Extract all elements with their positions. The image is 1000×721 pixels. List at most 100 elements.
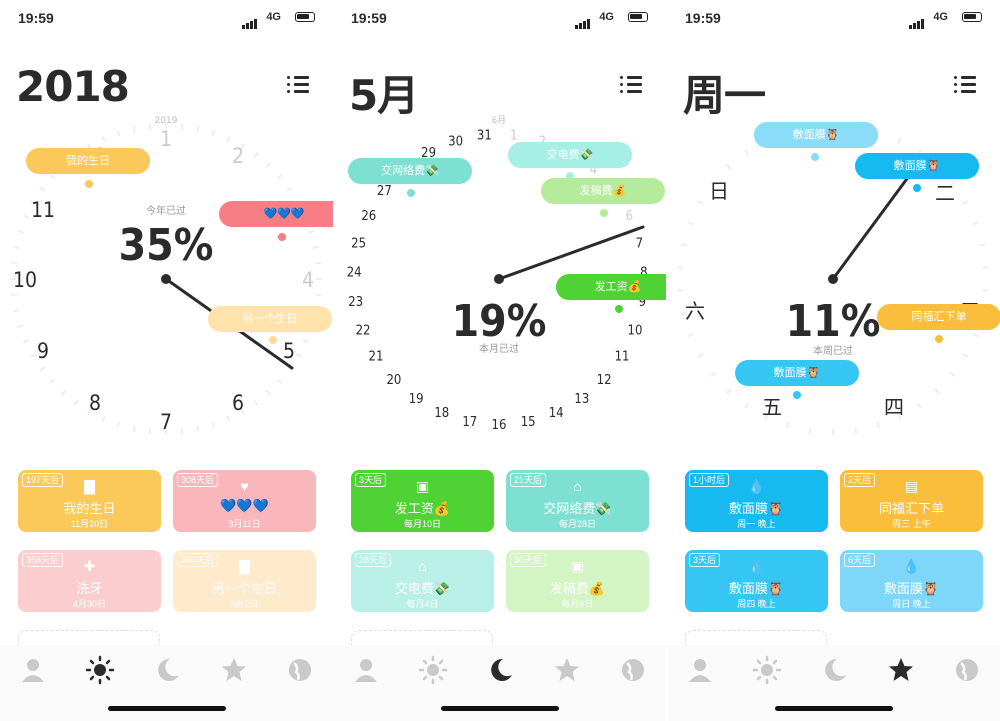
event-bubble[interactable]: 另一个生日 [208,306,332,332]
sun-icon[interactable] [752,655,782,685]
dial-tick [30,353,37,358]
event-bubble-label: 交电费💸 [546,149,594,161]
dial-tick [972,332,979,337]
dial-tick [116,421,121,428]
dial-center [161,274,171,284]
dial-tick [73,399,79,406]
event-bubble[interactable]: 敷面膜🦉 [754,122,878,148]
dial-tick [39,186,46,192]
event-card[interactable]: 30天后 ▣ 发稿费💰 每月6日 [506,550,649,612]
card-date: 每月10日 [403,519,441,529]
dial-tick [687,221,694,226]
star-icon[interactable] [219,655,249,685]
globe-icon[interactable] [952,655,982,685]
dial-label: 1 [510,129,517,144]
event-bubble[interactable]: 同福汇下单 [877,304,1000,330]
network-label: 4G [266,11,281,23]
person-icon[interactable] [18,655,48,685]
list-menu-icon[interactable] [287,76,309,94]
event-card[interactable]: 1小时后 💧 敷面膜🦉 周一 晚上 [685,470,828,532]
dial-hand [831,174,911,281]
event-bubble-label: 发稿费💰 [579,185,627,197]
event-card[interactable]: 21天后 ⌂ 交网络费💸 每月28日 [506,470,649,532]
event-bubble[interactable]: 💙💙💙 [219,201,333,227]
dial-tick [315,293,322,297]
card-date: 每月4日 [406,599,439,609]
heart-icon: ♥ [240,478,249,494]
dial-top-tick: 6月 [492,115,506,125]
status-time: 19:59 [685,10,721,26]
dial-label: 31 [477,129,492,144]
event-bubble[interactable]: 发稿费💰 [541,178,665,204]
sun-icon[interactable] [418,655,448,685]
moon-icon[interactable] [819,655,849,685]
dial-tick [49,378,56,385]
event-bubble[interactable]: 交电费💸 [508,142,632,168]
globe-icon[interactable] [285,655,315,685]
dial-tick [13,245,20,249]
dial-tick [17,229,24,234]
event-card[interactable]: 3天后 ▣ 发工资💰 每月10日 [351,470,494,532]
star-icon[interactable] [886,655,916,685]
dial-label: 11 [615,350,630,365]
globe-icon[interactable] [618,655,648,685]
status-bar: 19:59 4G [685,10,982,30]
event-bubble[interactable]: 我的生日 [26,148,150,174]
list-menu-icon[interactable] [954,76,976,94]
dial-label: 15 [521,415,536,430]
event-bubble[interactable]: 发工资💰 [556,274,666,300]
card-date: 周日 晚上 [892,599,931,609]
dial-label: 7 [160,410,172,434]
event-card[interactable]: 308天后 ♥ 💙💙💙 3月11日 [173,470,316,532]
dial-tick [744,149,750,156]
dial-label: 4 [302,268,314,292]
card-name: 发工资💰 [394,501,451,516]
list-menu-icon[interactable] [620,76,642,94]
signal-icon [574,13,590,29]
dial-label: 9 [37,339,49,363]
cake-icon: ▇ [239,558,250,574]
event-bubble-label: 敷面膜🦉 [893,160,941,172]
person-icon[interactable] [685,655,715,685]
house-icon: ⌂ [573,478,582,494]
event-bubble[interactable]: 敷面膜🦉 [735,360,859,386]
dial-label: 30 [448,135,463,150]
dial-tick [786,422,790,429]
dial-label: 5 [283,339,295,363]
sun-icon[interactable] [85,655,115,685]
dial-tick [687,332,694,337]
moon-icon[interactable] [152,655,182,685]
dial-tick [276,378,283,385]
dial-tick [808,427,812,434]
network-label: 4G [599,11,614,23]
dial-label: 10 [628,323,643,338]
card-name: 敷面膜🦉 [728,501,785,516]
card-date: 4月30日 [72,599,107,609]
event-card[interactable]: 6天后 💧 敷面膜🦉 周日 晚上 [840,550,983,612]
event-bubble[interactable]: 敷面膜🦉 [855,153,979,179]
percent-value: 11% [786,296,881,347]
event-card[interactable]: 3天后 💧 敷面膜🦉 周四 晚上 [685,550,828,612]
dial-tick [726,388,732,395]
dial-label: 四 [884,395,904,419]
dial-tick [101,136,106,143]
dial-tick [13,309,20,313]
dial-tick [101,415,106,422]
person-icon[interactable] [351,655,381,685]
drop-icon: 💧 [747,478,766,494]
dial-tick [17,324,24,329]
star-icon[interactable] [552,655,582,685]
dial-tick [148,123,152,130]
event-bubble[interactable]: 交网络费💸 [348,158,472,184]
event-card[interactable]: 28天后 ⌂ 交电费💸 每月4日 [351,550,494,612]
event-card[interactable]: 360天后 ▇ 另一个生日 5月2日 [173,550,316,612]
status-time: 19:59 [18,10,54,26]
dial-tick [697,353,704,358]
dial-tick [312,245,319,249]
moon-icon[interactable] [485,655,515,685]
dial-tick [196,126,200,133]
event-bubble-label: 我的生日 [66,155,110,167]
event-card[interactable]: 2天后 ▤ 同福汇下单 周三 上午 [840,470,983,532]
event-card[interactable]: 358天后 ✚ 洗牙 4月30日 [18,550,161,612]
event-card[interactable]: 197天后 ▇ 我的生日 11月20日 [18,470,161,532]
